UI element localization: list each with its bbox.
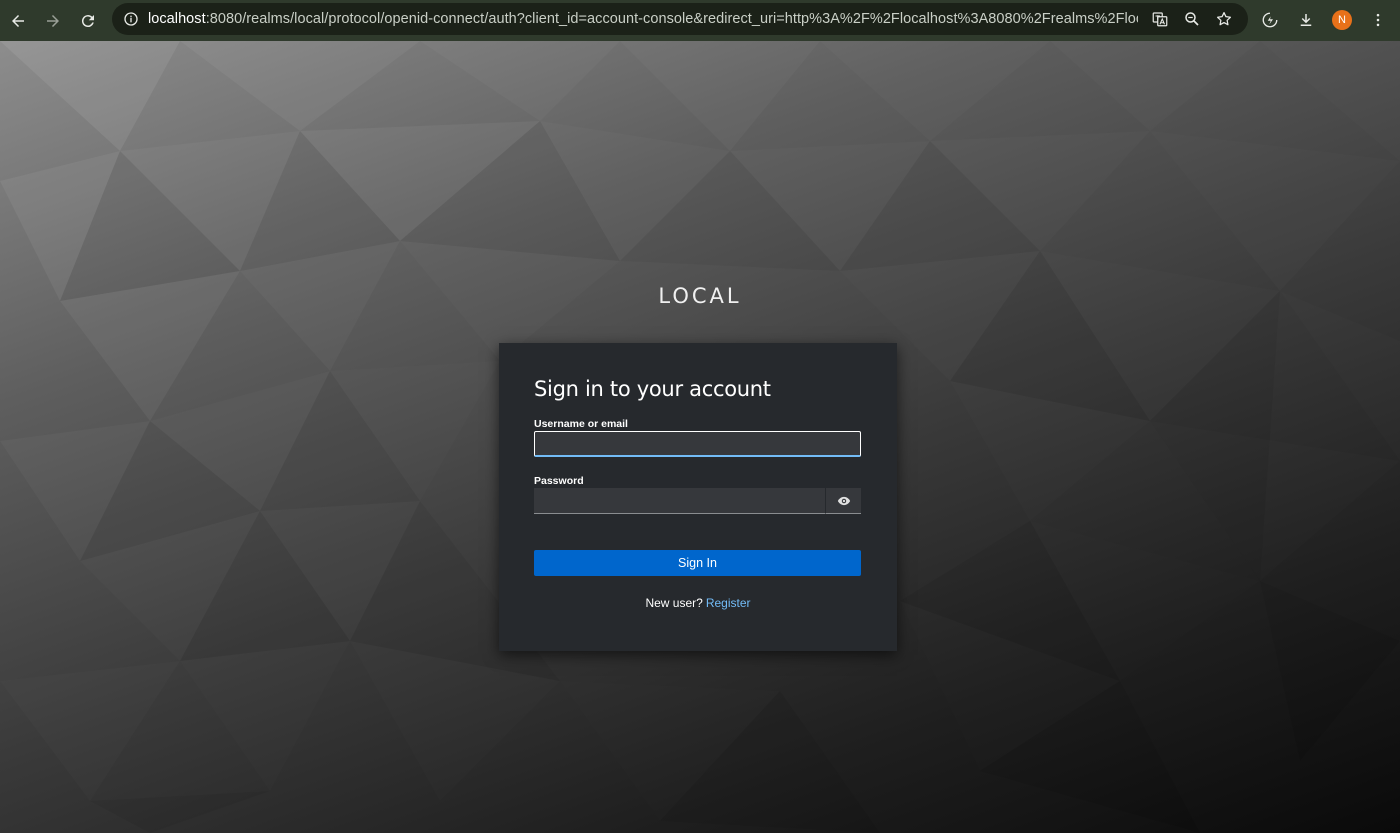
forward-arrow-icon: [47, 14, 59, 27]
url-text[interactable]: localhost:8080/realms/local/protocol/ope…: [148, 11, 1138, 27]
eye-icon: [837, 496, 850, 505]
password-field[interactable]: [534, 488, 825, 514]
extension-button[interactable]: [1256, 6, 1284, 34]
site-info-icon: [124, 12, 138, 26]
browser-toolbar: localhost:8080/realms/local/protocol/ope…: [0, 0, 1400, 41]
reload-button[interactable]: [74, 7, 102, 35]
omnibox-actions: [1146, 5, 1238, 33]
bookmark-button[interactable]: [1210, 5, 1238, 33]
zoom-button[interactable]: [1178, 5, 1206, 33]
address-bar[interactable]: localhost:8080/realms/local/protocol/ope…: [112, 3, 1248, 35]
back-arrow-icon: [12, 14, 24, 27]
zoom-icon: [1185, 12, 1199, 26]
bookmark-star-icon: [1216, 11, 1232, 26]
realm-name: LOCAL: [658, 284, 742, 308]
login-card: Sign in to your account Username or emai…: [499, 343, 897, 651]
reload-icon: [81, 14, 94, 27]
new-user-text: New user?: [645, 596, 703, 610]
url-host: localhost: [148, 11, 206, 27]
download-icon: [1300, 14, 1312, 26]
register-row: New user? Register: [499, 596, 897, 610]
show-password-button[interactable]: [825, 488, 861, 514]
password-group: [534, 488, 861, 514]
translate-icon: [1152, 12, 1168, 27]
kebab-menu-icon: [1376, 13, 1380, 27]
profile-initial: N: [1338, 14, 1346, 26]
username-field[interactable]: [534, 431, 861, 457]
download-button[interactable]: [1292, 6, 1320, 34]
login-page: LOCAL Sign in to your account Username o…: [0, 41, 1400, 833]
extension-icon: [1262, 12, 1278, 28]
sign-in-button[interactable]: Sign In: [534, 550, 861, 576]
username-label: Username or email: [534, 418, 628, 430]
forward-button[interactable]: [39, 7, 67, 35]
back-button[interactable]: [4, 7, 32, 35]
browser-menu-button[interactable]: [1364, 6, 1392, 34]
register-link[interactable]: Register: [706, 596, 751, 610]
page-title: Sign in to your account: [534, 377, 771, 401]
site-info-button[interactable]: [120, 8, 142, 30]
password-label: Password: [534, 475, 584, 487]
toolbar-actions: N: [1256, 6, 1392, 34]
profile-avatar[interactable]: N: [1332, 10, 1352, 30]
nav-buttons: [4, 7, 102, 35]
url-path: :8080/realms/local/protocol/openid-conne…: [205, 11, 1138, 27]
translate-button[interactable]: [1146, 5, 1174, 33]
